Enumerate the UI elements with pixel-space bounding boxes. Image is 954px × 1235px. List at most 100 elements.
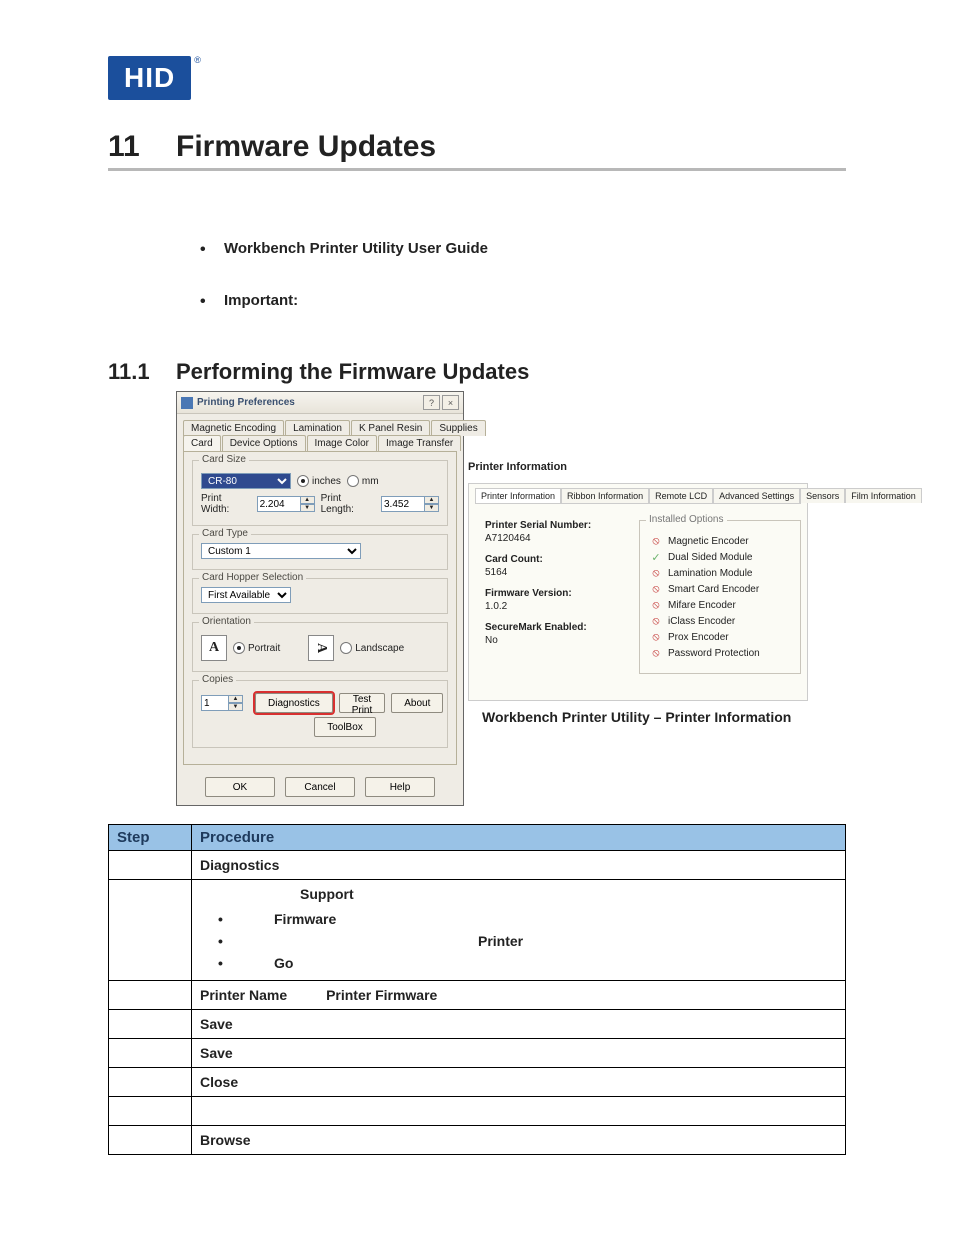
step-header: Step (109, 825, 192, 851)
installed-option-row: ⦸ Prox Encoder (650, 631, 790, 643)
orientation-group: Orientation A Portrait A Landscape (192, 622, 448, 672)
procedure-cell: Browse (192, 1126, 846, 1155)
procedure-cell: Save (192, 1010, 846, 1039)
diagnostics-button[interactable]: Diagnostics (255, 693, 333, 713)
ptab-printer-info[interactable]: Printer Information (475, 488, 561, 503)
tab-supplies[interactable]: Supplies (431, 420, 485, 436)
installed-options-title: Installed Options (646, 514, 727, 525)
tab-magnetic-encoding[interactable]: Magnetic Encoding (183, 420, 284, 436)
portrait-preview-icon: A (201, 635, 227, 661)
print-length-input[interactable] (381, 496, 425, 512)
installed-option-label: Prox Encoder (668, 632, 729, 643)
installed-option-row: ⦸ Lamination Module (650, 567, 790, 579)
unit-inches-radio[interactable]: inches (297, 475, 341, 487)
close-button[interactable]: × (442, 395, 459, 410)
print-width-label: Print Width: (201, 493, 251, 515)
procedure-header: Procedure (192, 825, 846, 851)
ptab-advanced-settings[interactable]: Advanced Settings (713, 488, 800, 503)
table-row (109, 1097, 846, 1126)
ptab-remote-lcd[interactable]: Remote LCD (649, 488, 713, 503)
section-number: 11.1 (108, 359, 176, 385)
step-cell (109, 1010, 192, 1039)
installed-option-label: Dual Sided Module (668, 552, 753, 563)
cancel-icon: ⦸ (650, 631, 662, 643)
step-cell (109, 1097, 192, 1126)
copies-group: Copies ▲▼ Diagnostics Test Print About T… (192, 680, 448, 748)
cancel-icon: ⦸ (650, 615, 662, 627)
copies-title: Copies (199, 674, 236, 685)
table-row: Diagnostics (109, 851, 846, 880)
step-cell (109, 1039, 192, 1068)
table-row: Browse (109, 1126, 846, 1155)
dialog-icon (181, 397, 193, 409)
installed-option-row: ⦸ iClass Encoder (650, 615, 790, 627)
serial-label: Printer Serial Number: (485, 520, 629, 531)
chapter-heading: 11 Firmware Updates (108, 130, 846, 171)
fw-value: 1.0.2 (485, 601, 629, 612)
ptab-film-info[interactable]: Film Information (845, 488, 922, 503)
procedure-cell: SupportFirmwarePrinterGo (192, 880, 846, 981)
hopper-select[interactable]: First Available (201, 587, 291, 603)
help-button[interactable]: ? (423, 395, 440, 410)
tab-image-transfer[interactable]: Image Transfer (378, 435, 461, 451)
test-print-button[interactable]: Test Print (339, 693, 386, 713)
logo: HID® (108, 56, 846, 100)
cancel-icon: ⦸ (650, 535, 662, 547)
intro-bullet-2: Important: (200, 283, 846, 319)
panel-title: Printer Information (468, 461, 808, 473)
panel-caption: Workbench Printer Utility – Printer Info… (482, 709, 808, 725)
tab-k-panel-resin[interactable]: K Panel Resin (351, 420, 430, 436)
table-row: Close (109, 1068, 846, 1097)
step-cell (109, 1126, 192, 1155)
check-icon: ✓ (650, 551, 662, 563)
portrait-radio[interactable]: Portrait (233, 642, 280, 654)
installed-option-label: Magnetic Encoder (668, 536, 749, 547)
print-length-label: Print Length: (321, 493, 375, 515)
installed-option-row: ⦸Mifare Encoder (650, 599, 790, 611)
ptab-ribbon-info[interactable]: Ribbon Information (561, 488, 649, 503)
card-size-select[interactable]: CR-80 (201, 473, 291, 489)
print-width-input[interactable] (257, 496, 301, 512)
step-cell (109, 880, 192, 981)
installed-option-label: iClass Encoder (668, 616, 735, 627)
tab-device-options[interactable]: Device Options (222, 435, 306, 451)
card-type-select[interactable]: Custom 1 (201, 543, 361, 559)
cancel-icon: ⦸ (650, 567, 662, 579)
toolbox-button[interactable]: ToolBox (314, 717, 376, 737)
copies-input[interactable] (201, 695, 229, 711)
landscape-preview-icon: A (308, 635, 334, 661)
chapter-number: 11 (108, 130, 176, 164)
procedure-cell: Save (192, 1039, 846, 1068)
tab-image-color[interactable]: Image Color (307, 435, 377, 451)
ok-button[interactable]: OK (205, 777, 275, 797)
ptab-sensors[interactable]: Sensors (800, 488, 845, 503)
tab-card[interactable]: Card (183, 435, 221, 451)
card-size-title: Card Size (199, 454, 249, 465)
tab-lamination[interactable]: Lamination (285, 420, 350, 436)
unit-mm-radio[interactable]: mm (347, 475, 379, 487)
step-cell (109, 851, 192, 880)
cancel-button[interactable]: Cancel (285, 777, 355, 797)
orientation-title: Orientation (199, 616, 254, 627)
card-hopper-group: Card Hopper Selection First Available (192, 578, 448, 614)
card-type-group: Card Type Custom 1 (192, 534, 448, 570)
installed-option-label: Lamination Module (668, 568, 753, 579)
installed-option-label: Password Protection (668, 648, 760, 659)
procedure-cell: Diagnostics (192, 851, 846, 880)
section-heading: 11.1 Performing the Firmware Updates (108, 359, 846, 385)
count-value: 5164 (485, 567, 629, 578)
installed-option-label: Mifare Encoder (668, 600, 736, 611)
cancel-icon: ⦸ (650, 647, 662, 659)
procedure-cell: Close (192, 1068, 846, 1097)
step-cell (109, 1068, 192, 1097)
procedure-cell (192, 1097, 846, 1126)
installed-option-row: ⦸Smart Card Encoder (650, 583, 790, 595)
secure-value: No (485, 635, 629, 646)
help-button[interactable]: Help (365, 777, 435, 797)
chapter-title: Firmware Updates (176, 130, 436, 164)
installed-option-row: ✓ Dual Sided Module (650, 551, 790, 563)
fw-label: Firmware Version: (485, 588, 629, 599)
about-button[interactable]: About (391, 693, 443, 713)
landscape-radio[interactable]: Landscape (340, 642, 404, 654)
cancel-icon: ⦸ (650, 583, 662, 595)
